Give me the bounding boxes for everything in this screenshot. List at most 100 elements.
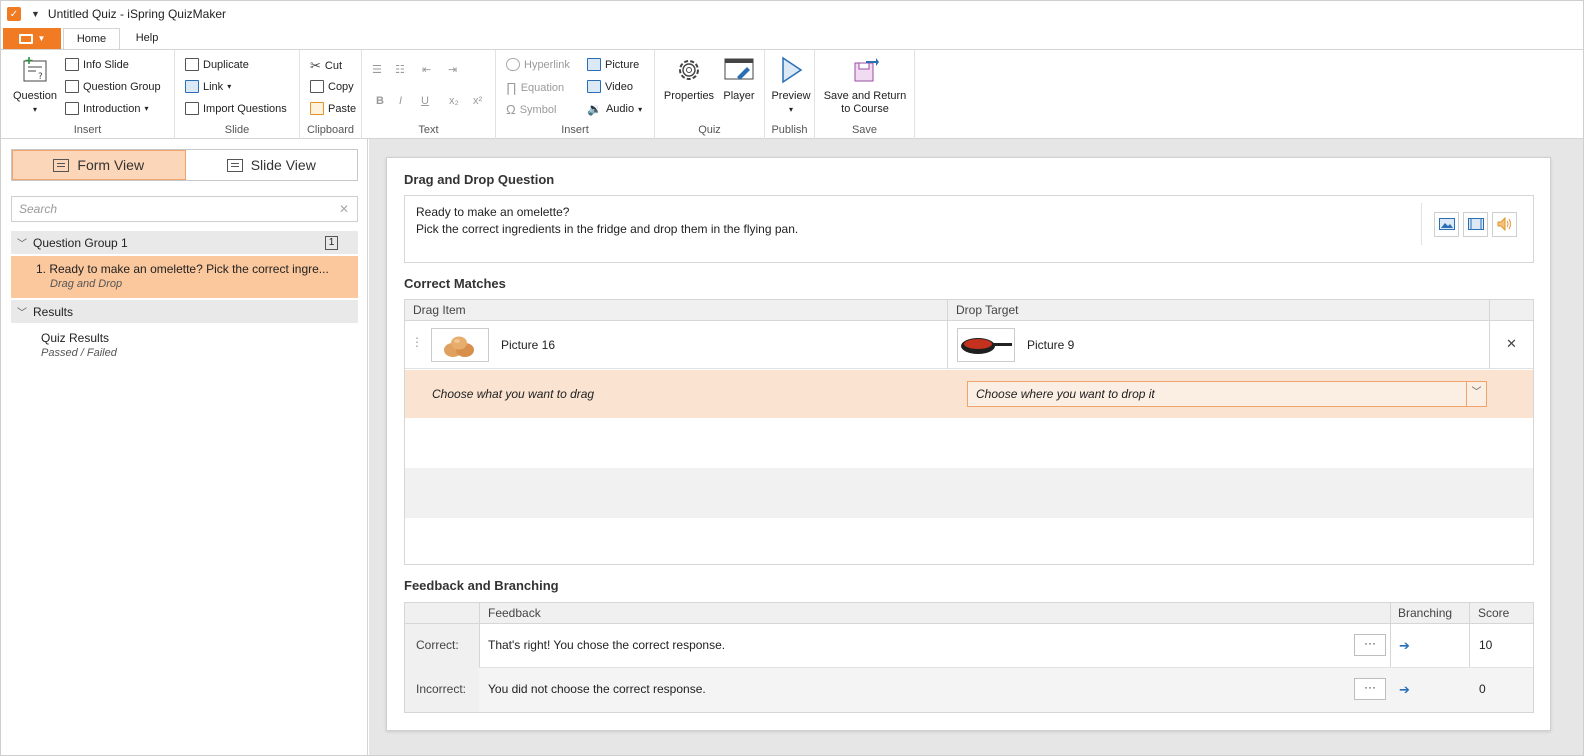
drag-handle-icon[interactable]: ⋮: [411, 335, 423, 349]
form-view-label: Form View: [77, 157, 145, 173]
info-slide-button[interactable]: Info Slide: [65, 58, 129, 71]
link-icon: [185, 80, 199, 93]
search-input[interactable]: [19, 202, 319, 216]
column-divider: [1489, 321, 1490, 369]
video-label: Video: [605, 80, 633, 93]
search-box: ✕: [11, 196, 358, 222]
equation-button[interactable]: ∏ Equation: [506, 80, 564, 95]
feedback-more-button[interactable]: ···: [1354, 634, 1386, 656]
clear-search-icon[interactable]: ✕: [339, 202, 349, 216]
numbered-list-icon[interactable]: ☷: [395, 63, 405, 76]
picture-icon: [1438, 218, 1455, 230]
question-icon: ?: [19, 54, 51, 86]
duplicate-button[interactable]: Duplicate: [185, 58, 249, 71]
matches-table-header: Drag Item Drop Target: [405, 300, 1533, 321]
ribbon-group-clipboard: ✂ Cut Copy Paste Clipboard: [300, 50, 362, 139]
score-value[interactable]: 10: [1479, 638, 1492, 652]
player-button[interactable]: Player: [719, 54, 759, 103]
add-picture-button[interactable]: [1434, 211, 1459, 237]
tree-item-quiz-results[interactable]: Quiz Results Passed / Failed: [11, 330, 358, 366]
superscript-icon[interactable]: x²: [473, 95, 482, 107]
question-text-line-2: Pick the correct ingredients in the frid…: [416, 222, 799, 236]
add-audio-button[interactable]: [1492, 211, 1517, 237]
group-label-publish: Publish: [771, 124, 808, 136]
question-group-button[interactable]: Question Group: [65, 80, 161, 93]
matches-table: Drag Item Drop Target ⋮ Picture 16 Pictu…: [404, 299, 1534, 565]
question-group-icon: [65, 80, 79, 93]
score-value[interactable]: 0: [1479, 682, 1486, 696]
subscript-icon[interactable]: x₂: [449, 95, 459, 107]
info-slide-icon: [65, 58, 79, 71]
slide-view-button[interactable]: Slide View: [186, 150, 358, 180]
quiz-results-subtitle: Passed / Failed: [41, 347, 117, 359]
group-label-save: Save: [851, 124, 878, 136]
question-text-line-1: Ready to make an omelette?: [416, 205, 570, 219]
preview-button[interactable]: Preview ▾: [770, 54, 812, 116]
drop-target-select[interactable]: Choose where you want to drop it ﹀: [967, 381, 1487, 407]
bold-icon[interactable]: B: [376, 95, 384, 107]
app-logo-icon[interactable]: ✓: [7, 7, 21, 21]
save-and-return-button[interactable]: Save and Return to Course: [819, 54, 911, 116]
symbol-button[interactable]: Ω Symbol: [506, 102, 556, 117]
feedback-branching-title: Feedback and Branching: [404, 578, 559, 593]
question-button[interactable]: ? Question ▾: [9, 54, 61, 116]
choose-drag-item[interactable]: Choose what you want to drag: [432, 387, 594, 401]
introduction-button[interactable]: Introduction ▾: [65, 102, 149, 115]
chevron-down-icon[interactable]: ﹀: [11, 304, 33, 319]
globe-icon: [506, 58, 520, 71]
window-title: Untitled Quiz - iSpring QuizMaker: [47, 7, 226, 21]
equation-icon: ∏: [506, 80, 517, 95]
branching-arrow-icon[interactable]: ➔: [1399, 638, 1410, 654]
import-questions-button[interactable]: Import Questions: [185, 102, 287, 115]
quick-access-dropdown-icon[interactable]: ▼: [31, 9, 40, 19]
tree-group-question-group-1[interactable]: ﹀ Question Group 1 1: [11, 231, 358, 254]
cut-label: Cut: [324, 60, 343, 72]
delete-match-icon[interactable]: ✕: [1506, 336, 1517, 352]
chevron-down-icon[interactable]: ﹀: [1466, 382, 1486, 406]
link-button[interactable]: Link ▾: [185, 80, 231, 93]
bullet-list-icon[interactable]: ☰: [372, 63, 382, 76]
hyperlink-button[interactable]: Hyperlink: [506, 58, 570, 71]
properties-button[interactable]: Properties: [661, 54, 717, 103]
file-menu-button[interactable]: ▼: [3, 28, 61, 49]
italic-icon[interactable]: I: [399, 95, 402, 107]
drop-target-thumbnail: [957, 328, 1015, 362]
tab-home[interactable]: Home: [63, 28, 120, 50]
paste-label: Paste: [328, 102, 357, 115]
empty-row: [405, 518, 1533, 564]
question-text-box[interactable]: Ready to make an omelette? Pick the corr…: [404, 195, 1534, 263]
feedback-row-label: Correct:: [416, 638, 459, 652]
increase-indent-icon[interactable]: ⇥: [448, 63, 457, 76]
picture-button[interactable]: Picture: [587, 58, 639, 71]
feedback-text[interactable]: You did not choose the correct response.: [488, 682, 706, 696]
video-icon: [1467, 218, 1484, 230]
chevron-down-icon: ▾: [32, 105, 37, 114]
omega-icon: Ω: [506, 102, 516, 117]
question-count-badge: 1: [325, 236, 338, 250]
question-type-title: Drag and Drop Question: [404, 172, 555, 187]
tab-help[interactable]: Help: [123, 28, 171, 50]
tree-item-question-1[interactable]: 1. Ready to make an omelette? Pick the c…: [11, 256, 358, 298]
score-column-header: Score: [1478, 606, 1510, 620]
app-window: ✓ ▼ Untitled Quiz - iSpring QuizMaker ▼ …: [0, 0, 1584, 756]
copy-button[interactable]: Copy: [310, 80, 354, 93]
branching-arrow-icon[interactable]: ➔: [1399, 682, 1410, 698]
player-label: Player: [723, 90, 755, 102]
match-row[interactable]: ⋮ Picture 16 Picture 9 ✕: [405, 321, 1533, 369]
decrease-indent-icon[interactable]: ⇤: [422, 63, 431, 76]
chevron-down-icon[interactable]: ﹀: [11, 235, 33, 250]
ribbon-tabs: ▼ Home Help: [1, 27, 1583, 50]
underline-icon[interactable]: U: [421, 95, 429, 107]
tree-group-results[interactable]: ﹀ Results: [11, 300, 358, 323]
hyperlink-label: Hyperlink: [524, 58, 570, 71]
audio-button[interactable]: 🔉 Audio ▾: [587, 102, 642, 116]
feedback-more-button[interactable]: ···: [1354, 678, 1386, 700]
add-video-button[interactable]: [1463, 211, 1488, 237]
form-view-button[interactable]: Form View: [12, 150, 186, 180]
scissors-icon: ✂: [310, 58, 321, 73]
paste-button[interactable]: Paste: [310, 102, 356, 115]
speaker-icon: [1497, 217, 1511, 231]
cut-button[interactable]: ✂ Cut: [310, 58, 342, 74]
video-button[interactable]: Video: [587, 80, 633, 93]
feedback-text[interactable]: That's right! You chose the correct resp…: [488, 638, 725, 652]
